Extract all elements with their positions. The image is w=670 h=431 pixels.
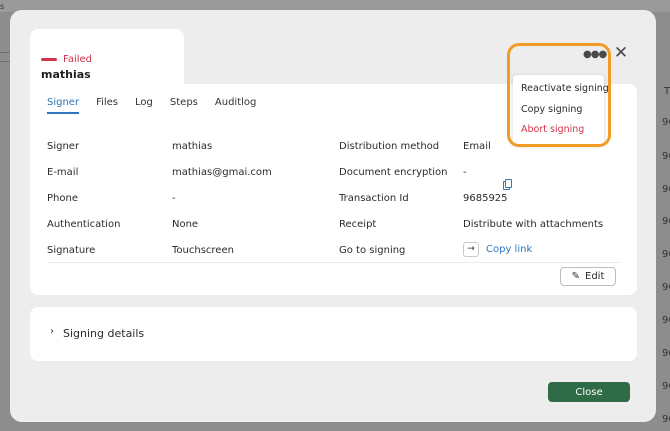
more-horizontal-icon[interactable]: ●●● [583,49,607,61]
menu-item-copy-signing[interactable]: Copy signing [521,104,582,115]
phone-label: Phone [47,193,78,204]
background-row-value: 96 [662,381,670,392]
background-row-value: 96 [662,117,670,128]
copy-icon[interactable] [503,179,512,190]
document-encryption-label: Document encryption [339,167,448,178]
actions-menu: Reactivate signing Copy signing Abort si… [513,75,609,145]
background-row-value: 96 [662,414,670,425]
distribution-method-label: Distribution method [339,141,440,152]
background-text: s [0,2,5,11]
phone-value: - [172,193,176,204]
background-row-value: 96 [662,249,670,260]
copy-link[interactable]: Copy link [486,244,532,255]
signing-details-section[interactable]: › Signing details [30,307,637,361]
signature-value: Touchscreen [172,245,234,256]
signer-name-title: mathias [41,68,91,81]
signing-modal: Failed mathias Signer Files Log Steps Au… [10,10,656,422]
background-column-header: T [664,86,670,97]
background-row-value: 96 [662,348,670,359]
authentication-label: Authentication [47,219,121,230]
receipt-label: Receipt [339,219,377,230]
authentication-value: None [172,219,199,230]
signer-label: Signer [47,141,80,152]
transaction-id-label: Transaction Id [339,193,409,204]
menu-item-reactivate-signing[interactable]: Reactivate signing [521,83,609,94]
tab-auditlog[interactable]: Auditlog [215,97,256,114]
document-encryption-value: - [463,167,467,178]
email-value: mathias@gmai.com [172,167,272,178]
menu-item-abort-signing[interactable]: Abort signing [521,124,584,135]
chevron-right-icon: › [50,326,54,337]
arrow-right-icon[interactable]: → [463,242,479,257]
tab-signer[interactable]: Signer [47,97,80,114]
tab-steps[interactable]: Steps [170,97,198,114]
pencil-icon: ✎ [571,271,580,282]
close-button[interactable]: Close [548,382,630,402]
background-row-value: 96 [662,216,670,227]
background-row-value: 96 [662,151,670,162]
background-row-value: 96 [662,282,670,293]
signer-value: mathias [172,141,213,152]
signing-details-label: Signing details [63,327,145,340]
close-icon[interactable]: ✕ [613,45,629,62]
signature-label: Signature [47,245,96,256]
email-label: E-mail [47,167,79,178]
transaction-id-value: 9685925 [463,193,508,204]
divider [47,262,620,263]
tab-files[interactable]: Files [96,97,118,114]
distribution-method-value: Email [463,141,491,152]
receipt-value: Distribute with attachments [463,219,604,230]
status-bar [41,58,57,61]
tab-bar: Signer Files Log Steps Auditlog [47,97,273,114]
background-row-value: 96 [662,315,670,326]
edit-button[interactable]: ✎ Edit [560,267,616,286]
tab-log[interactable]: Log [135,97,153,114]
status-indicator: Failed [41,54,92,65]
background-row-value: 96 [662,184,670,195]
status-text: Failed [63,54,93,65]
go-to-signing-label: Go to signing [339,245,406,256]
edit-button-label: Edit [585,271,605,282]
